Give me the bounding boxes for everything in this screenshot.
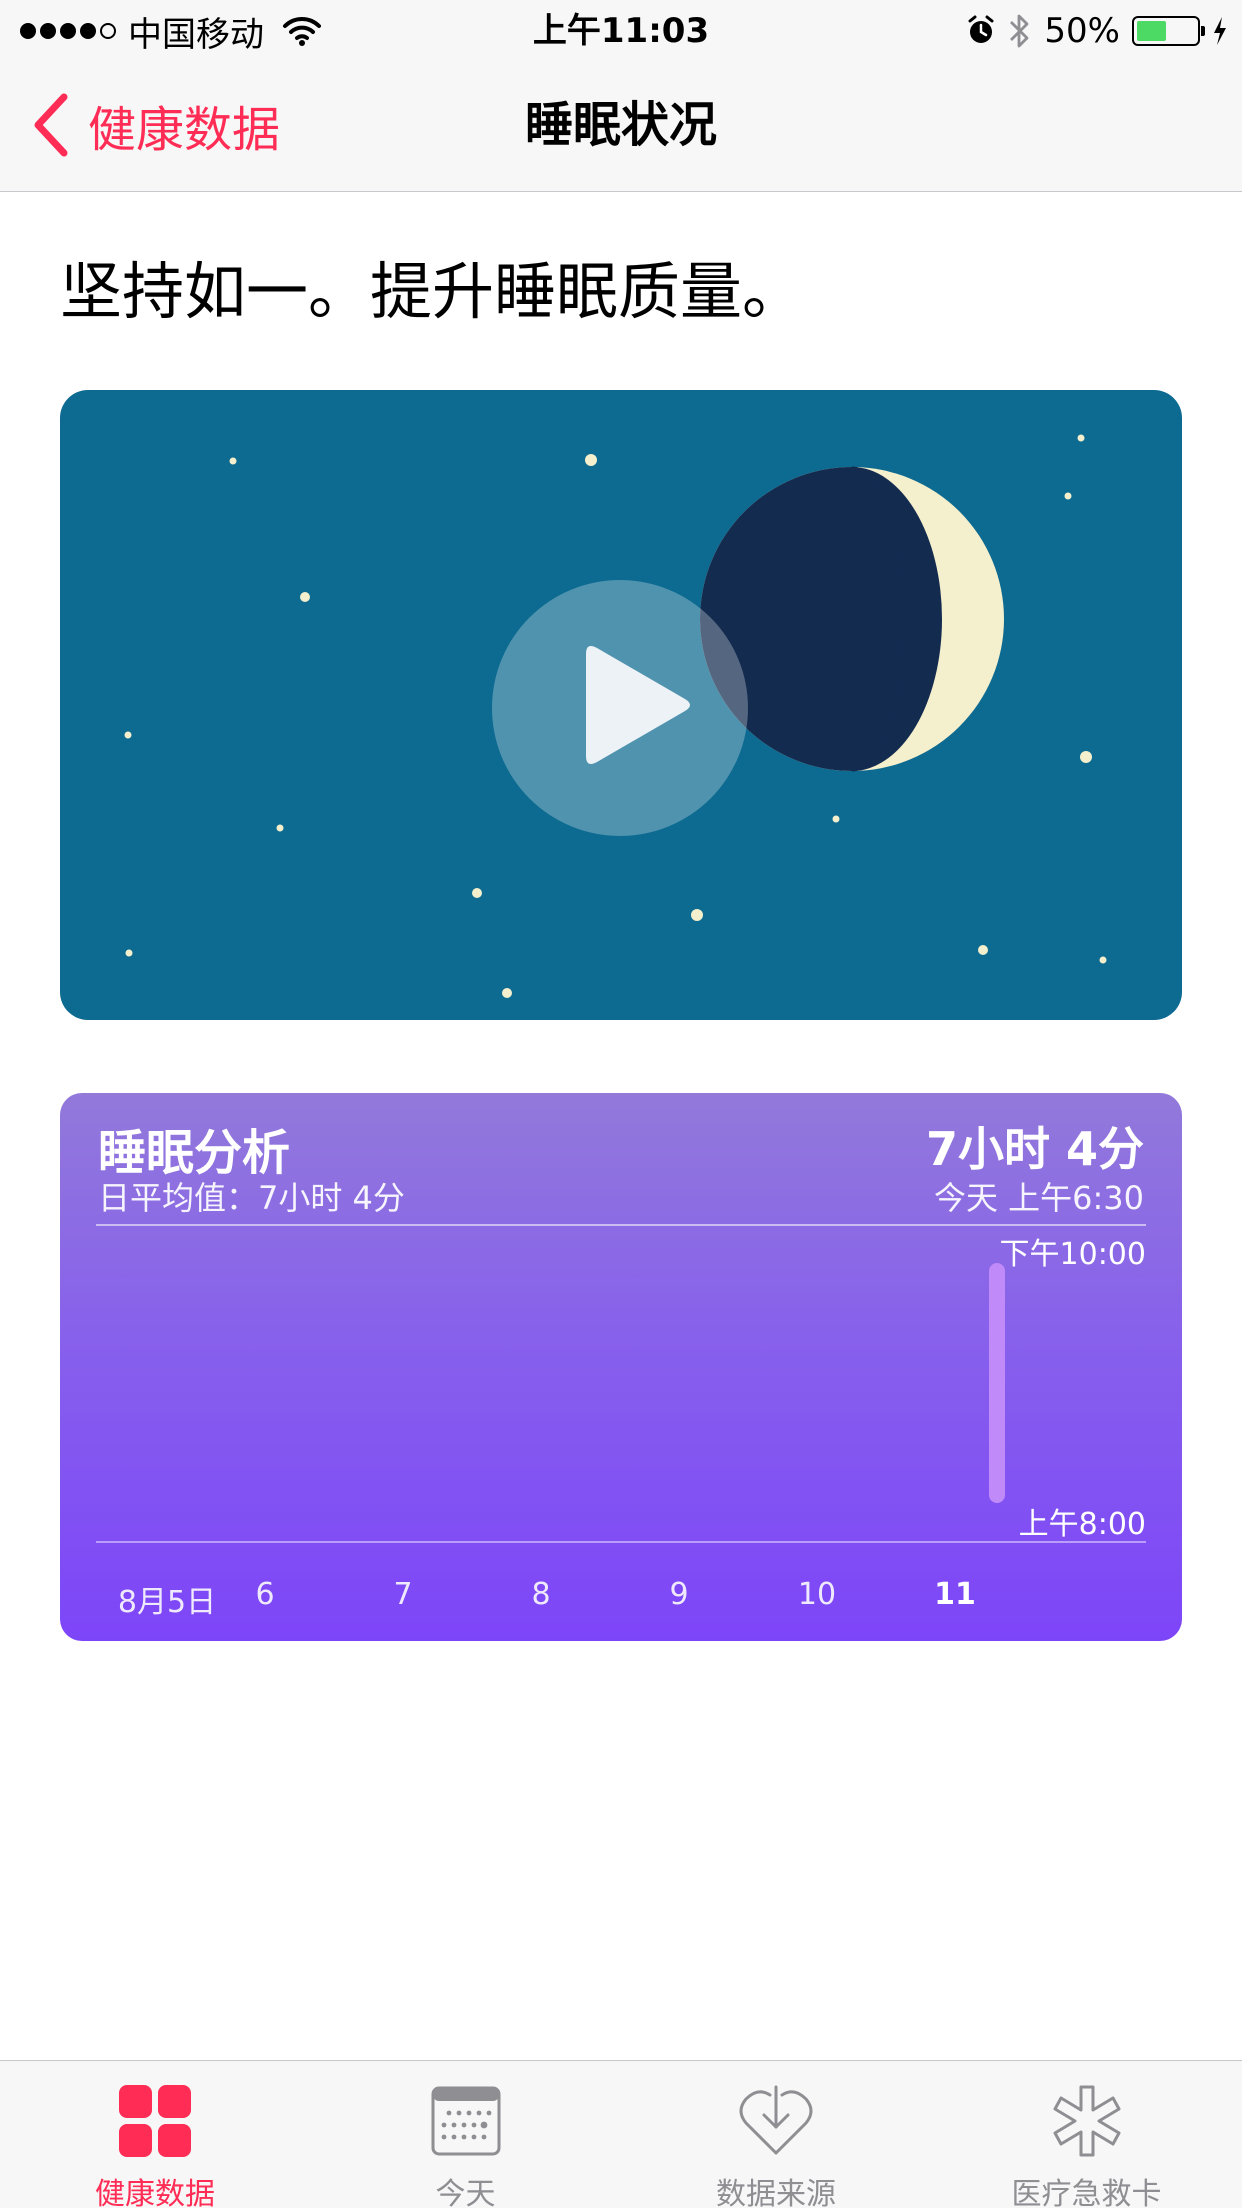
play-button[interactable]	[492, 580, 748, 836]
tab-label: 今天	[435, 2177, 496, 2208]
star-icon	[1099, 956, 1107, 964]
medical-id-icon	[1053, 2085, 1120, 2157]
x-axis-label: 6	[255, 1577, 275, 1612]
tab-medical-id[interactable]: 医疗急救卡	[931, 2061, 1242, 2208]
charging-icon	[1214, 17, 1226, 45]
x-axis-label: 10	[797, 1577, 837, 1612]
back-button[interactable]: 健康数据	[32, 90, 280, 160]
x-axis-label: 7	[393, 1577, 413, 1612]
status-right: 50%	[966, 10, 1228, 52]
star-icon	[472, 888, 482, 898]
x-axis-label: 8	[531, 1577, 551, 1612]
star-icon	[502, 988, 512, 998]
x-axis-label-selected: 11	[934, 1577, 976, 1612]
star-icon	[832, 815, 840, 823]
sleep-bar	[989, 1263, 1005, 1503]
tab-sources[interactable]: 数据来源	[621, 2061, 931, 2208]
star-icon	[1064, 492, 1072, 500]
star-icon	[978, 945, 988, 955]
battery-percent: 50%	[1044, 11, 1120, 51]
y-axis-top-label: 下午10:00	[999, 1237, 1146, 1272]
battery-icon	[1132, 16, 1205, 46]
sources-icon	[739, 2085, 813, 2155]
tab-bar: 健康数据 今天 数据来源 医疗急救卡	[0, 2060, 1242, 2208]
status-bar: 中国移动 上午11:03 50%	[0, 0, 1242, 62]
star-icon	[124, 731, 132, 739]
sleep-analysis-card[interactable]: 睡眠分析 日平均值：7小时 4分 7小时 4分 今天 上午6:30 下午10:0…	[60, 1093, 1182, 1641]
chart-top-line	[96, 1224, 1146, 1226]
tab-label: 医疗急救卡	[1011, 2177, 1162, 2208]
tab-label: 健康数据	[95, 2177, 215, 2208]
tab-label: 数据来源	[716, 2177, 836, 2208]
sleep-video-card[interactable]	[60, 390, 1182, 1020]
health-data-icon	[119, 2085, 191, 2157]
star-icon	[229, 457, 237, 465]
signal-dot	[40, 23, 56, 39]
y-axis-bottom-label: 上午8:00	[1018, 1507, 1146, 1542]
alarm-icon	[968, 15, 994, 43]
signal-dot	[60, 23, 76, 39]
status-left: 中国移动	[20, 10, 322, 55]
star-icon	[125, 949, 133, 957]
headline: 坚持如一。提升睡眠质量。	[60, 255, 805, 328]
bluetooth-icon	[1010, 14, 1029, 48]
star-icon	[300, 592, 310, 602]
wifi-icon	[283, 16, 321, 46]
signal-dot-empty	[100, 23, 116, 39]
star-icon	[1080, 751, 1092, 763]
tab-health-data[interactable]: 健康数据	[0, 2061, 310, 2208]
back-button-label: 健康数据	[88, 102, 281, 158]
star-icon	[1077, 434, 1085, 442]
signal-dot	[80, 23, 96, 39]
x-axis-label: 9	[669, 1577, 689, 1612]
signal-strength	[20, 23, 116, 39]
sleep-date: 今天 上午6:30	[933, 1179, 1144, 1217]
battery-fill	[1137, 21, 1166, 41]
sleep-total: 7小时 4分	[925, 1122, 1144, 1176]
star-icon	[585, 454, 597, 466]
calendar-icon	[431, 2086, 500, 2156]
star-icon	[691, 909, 703, 921]
signal-dot	[20, 23, 36, 39]
navigation-bar: 健康数据 睡眠状况	[0, 62, 1242, 192]
video-illustration	[124, 434, 1107, 998]
star-icon	[276, 824, 284, 832]
carrier-name: 中国移动	[128, 14, 264, 55]
daily-average: 日平均值：7小时 4分	[98, 1179, 405, 1217]
chevron-left-icon	[34, 93, 68, 157]
tab-today[interactable]: 今天	[310, 2061, 621, 2208]
chart-bottom-line	[96, 1541, 1146, 1543]
